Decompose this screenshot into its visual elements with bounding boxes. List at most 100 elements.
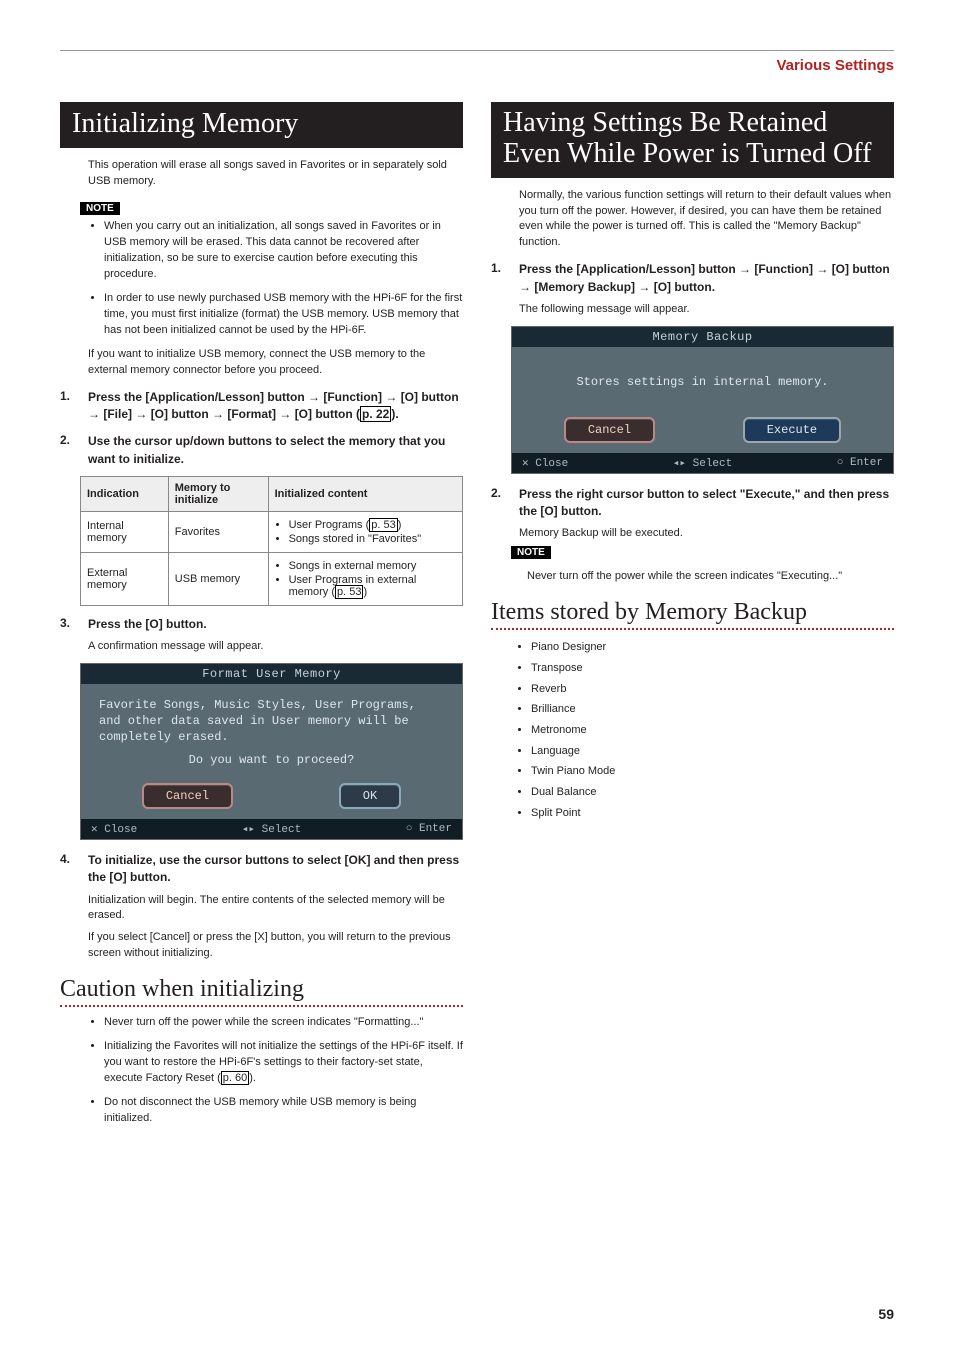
- backup-items-list: Piano Designer Transpose Reverb Brillian…: [531, 638, 894, 822]
- li: User Programs (p. 53): [289, 519, 456, 531]
- arrow-icon: →: [638, 280, 650, 294]
- lcd-cancel-button[interactable]: Cancel: [142, 783, 233, 809]
- t: ).: [391, 407, 398, 421]
- lcd-title: Memory Backup: [512, 327, 893, 347]
- li: Songs stored in "Favorites": [289, 533, 456, 545]
- td: USB memory: [168, 553, 268, 606]
- th-memory: Memory to initialize: [168, 477, 268, 512]
- page-link[interactable]: p. 53: [369, 518, 397, 532]
- lcd-enter-hint: ○ Enter: [837, 456, 883, 470]
- step-number: 1.: [60, 389, 78, 424]
- li: User Programs in external memory (p. 53): [289, 574, 456, 598]
- step-number: 2.: [491, 486, 509, 521]
- memory-table: Indication Memory to initialize Initiali…: [80, 476, 463, 606]
- note-item: When you carry out an initialization, al…: [104, 219, 463, 283]
- step-sub: Initialization will begin. The entire co…: [88, 893, 463, 925]
- step-text: Press the [Application/Lesson] button → …: [519, 261, 894, 296]
- arrow-icon: →: [279, 407, 291, 421]
- step-text: Use the cursor up/down buttons to select…: [88, 433, 463, 468]
- caution-heading: Caution when initializing: [60, 976, 463, 1003]
- t: [O] button (: [295, 407, 360, 421]
- t: [Format]: [227, 407, 279, 421]
- step-4: 4. To initialize, use the cursor buttons…: [60, 852, 463, 887]
- t: ): [398, 519, 402, 531]
- note-list: When you carry out an initialization, al…: [104, 219, 463, 339]
- page-header: Various Settings: [60, 57, 894, 74]
- t: ).: [249, 1072, 256, 1084]
- t: [Function]: [323, 390, 385, 404]
- note-label: NOTE: [80, 202, 120, 215]
- page-number: 59: [878, 1306, 894, 1322]
- li: Songs in external memory: [289, 560, 456, 572]
- lcd-text: Stores settings in internal memory.: [530, 375, 875, 391]
- t: ): [363, 586, 367, 598]
- lcd-memory-backup: Memory Backup Stores settings in interna…: [511, 326, 894, 474]
- lcd-select-hint: ◂▸ Select: [242, 822, 301, 836]
- arrow-icon: →: [212, 407, 224, 421]
- t: [File]: [103, 407, 135, 421]
- intro-text: Normally, the various function settings …: [519, 188, 894, 252]
- arrow-icon: →: [816, 262, 828, 276]
- list-item: Dual Balance: [531, 783, 894, 802]
- note-label: NOTE: [511, 546, 551, 559]
- lcd-text: Favorite Songs, Music Styles, User Progr…: [99, 698, 444, 745]
- step-1: 1. Press the [Application/Lesson] button…: [491, 261, 894, 296]
- divider-dotted: [491, 628, 894, 630]
- t: [O] button: [832, 262, 890, 276]
- step-2: 2. Use the cursor up/down buttons to sel…: [60, 433, 463, 468]
- t: [O] button.: [654, 280, 715, 294]
- lcd-enter-hint: ○ Enter: [406, 822, 452, 836]
- step-1: 1. Press the [Application/Lesson] button…: [60, 389, 463, 424]
- intro-text: This operation will erase all songs save…: [88, 158, 463, 190]
- step-number: 4.: [60, 852, 78, 887]
- arrow-icon: →: [308, 390, 320, 404]
- lcd-text: Do you want to proceed?: [99, 753, 444, 769]
- step-text: Press the [O] button.: [88, 616, 463, 633]
- td: Songs in external memory User Programs i…: [268, 553, 462, 606]
- caution-list: Never turn off the power while the scree…: [104, 1015, 463, 1127]
- arrow-icon: →: [88, 407, 100, 421]
- after-notes: If you want to initialize USB memory, co…: [88, 347, 463, 379]
- t: User Programs (: [289, 519, 370, 531]
- divider-dotted: [60, 1005, 463, 1007]
- list-item: Split Point: [531, 804, 894, 823]
- arrow-icon: →: [519, 280, 531, 294]
- step-number: 1.: [491, 261, 509, 296]
- caution-item: Never turn off the power while the scree…: [104, 1015, 463, 1031]
- list-item: Reverb: [531, 680, 894, 699]
- page-link[interactable]: p. 60: [221, 1071, 249, 1085]
- page-link[interactable]: p. 53: [335, 585, 363, 599]
- arrow-icon: →: [739, 262, 751, 276]
- right-column: Having Settings Be Retained Even While P…: [491, 102, 894, 1135]
- caution-item: Initializing the Favorites will not init…: [104, 1039, 463, 1087]
- step-2: 2. Press the right cursor button to sele…: [491, 486, 894, 521]
- page-link[interactable]: p. 22: [360, 406, 391, 422]
- td: Internal memory: [81, 512, 169, 553]
- list-item: Brilliance: [531, 700, 894, 719]
- step-text: To initialize, use the cursor buttons to…: [88, 852, 463, 887]
- step-sub: If you select [Cancel] or press the [X] …: [88, 930, 463, 962]
- step-text: Press the [Application/Lesson] button → …: [88, 389, 463, 424]
- t: Press the [Application/Lesson] button: [88, 390, 308, 404]
- step-number: 2.: [60, 433, 78, 468]
- th-content: Initialized content: [268, 477, 462, 512]
- lcd-format-user-memory: Format User Memory Favorite Songs, Music…: [80, 663, 463, 839]
- td: User Programs (p. 53) Songs stored in "F…: [268, 512, 462, 553]
- lcd-ok-button[interactable]: OK: [339, 783, 401, 809]
- step-sub: A confirmation message will appear.: [88, 639, 463, 655]
- lcd-cancel-button[interactable]: Cancel: [564, 417, 655, 443]
- step-3: 3. Press the [O] button.: [60, 616, 463, 633]
- list-item: Transpose: [531, 659, 894, 678]
- lcd-execute-button[interactable]: Execute: [743, 417, 841, 443]
- list-item: Piano Designer: [531, 638, 894, 657]
- list-item: Twin Piano Mode: [531, 762, 894, 781]
- step-number: 3.: [60, 616, 78, 633]
- arrow-icon: →: [135, 407, 147, 421]
- note-text: Never turn off the power while the scree…: [527, 569, 894, 585]
- section-title-retain-settings: Having Settings Be Retained Even While P…: [491, 102, 894, 178]
- td: Favorites: [168, 512, 268, 553]
- t: [Function]: [754, 262, 816, 276]
- t: [Memory Backup]: [534, 280, 638, 294]
- list-item: Language: [531, 742, 894, 761]
- lcd-select-hint: ◂▸ Select: [673, 456, 732, 470]
